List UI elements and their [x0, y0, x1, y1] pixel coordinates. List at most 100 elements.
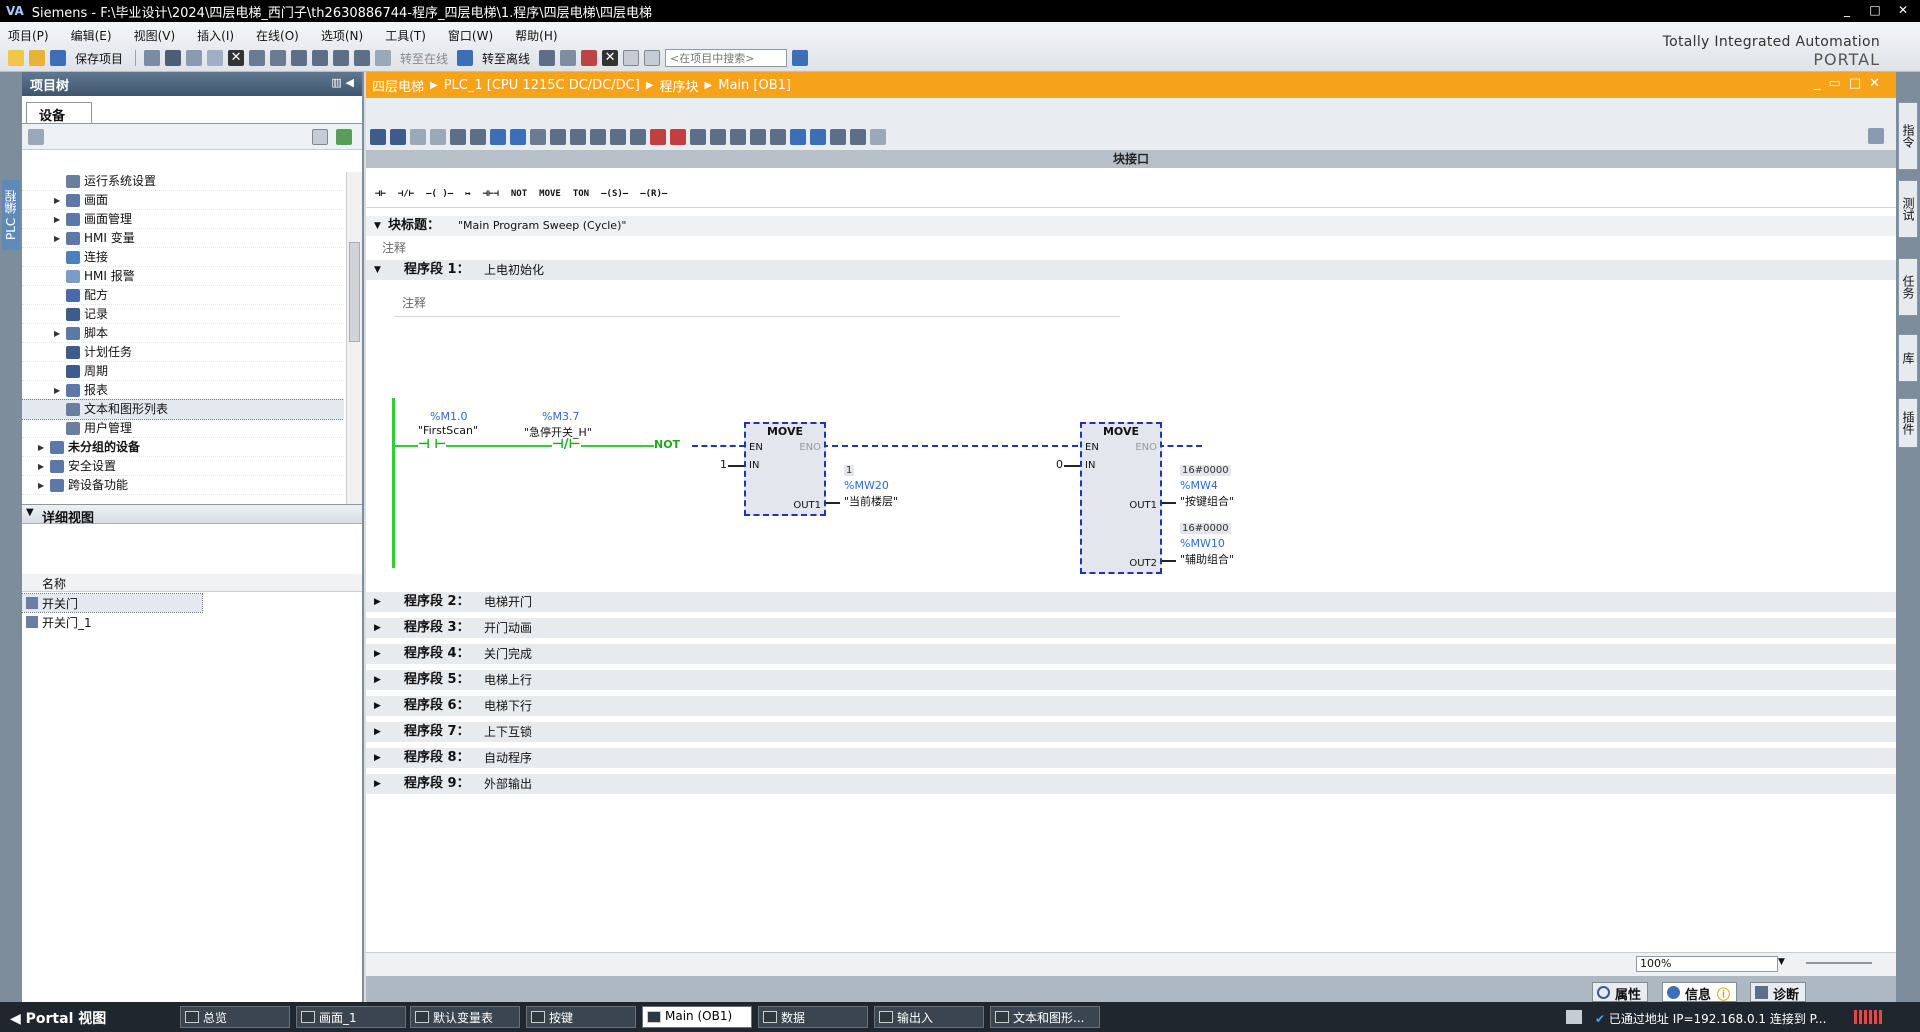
editor-tool-icon[interactable] [470, 129, 486, 145]
tree-item[interactable]: ▶ HMI 变量 [22, 229, 344, 248]
expand-arrow-icon[interactable]: ▶ [54, 210, 60, 229]
redo-icon[interactable] [270, 50, 287, 66]
open-branch-button[interactable]: ↦ [462, 187, 473, 201]
menu-tools[interactable]: 工具(T) [381, 26, 430, 45]
chevron-right-icon[interactable]: ▶ [374, 618, 381, 638]
editor-tool-icon[interactable] [710, 129, 726, 145]
go-online-button[interactable]: 转至在线 [400, 50, 448, 67]
chevron-right-icon[interactable]: ▶ [374, 722, 381, 742]
menu-window[interactable]: 窗口(W) [444, 26, 497, 45]
compare-button[interactable]: ⊣⊢⊣ [480, 187, 502, 201]
task-tab-tasks[interactable]: 任务 [1898, 258, 1918, 316]
network-header[interactable]: ▶ 程序段 4： 关门完成 [366, 644, 1896, 664]
set-coil-button[interactable]: –(S)– [598, 187, 631, 201]
editor-tool-icon[interactable] [530, 129, 546, 145]
chevron-right-icon[interactable]: ▶ [374, 748, 381, 768]
detail-row[interactable]: 开关门 [21, 593, 203, 613]
block-title-value[interactable]: "Main Program Sweep (Cycle)" [458, 216, 626, 236]
menu-project[interactable]: 项目(P) [4, 26, 53, 45]
tree-item[interactable]: 连接 [22, 248, 344, 267]
stop-cpu-icon[interactable] [581, 50, 598, 66]
editor-tool-icon[interactable] [550, 129, 566, 145]
editor-tool-icon[interactable] [870, 129, 886, 145]
editor-window-controls[interactable]: _▭□✕ [1814, 76, 1888, 91]
network-header[interactable]: ▶ 程序段 6： 电梯下行 [366, 696, 1896, 716]
chevron-right-icon[interactable]: ▶ [374, 696, 381, 716]
network-title[interactable]: 电梯下行 [484, 696, 532, 716]
paste-icon[interactable] [207, 50, 224, 66]
editor-tool-icon[interactable] [770, 129, 786, 145]
diagnostics-tab[interactable]: 诊断 [1750, 982, 1807, 1003]
taskbar-editor-tab[interactable]: 按键 [526, 1006, 636, 1028]
simulate-icon[interactable] [354, 50, 371, 66]
split-horizontal-icon[interactable] [623, 50, 640, 66]
chevron-right-icon[interactable]: ▶ [374, 644, 381, 664]
not-button[interactable]: NOT [508, 187, 530, 201]
menu-help[interactable]: 帮助(H) [511, 26, 561, 45]
tree-item[interactable]: ▶ 脚本 [22, 324, 344, 343]
editor-tool-icon[interactable] [810, 129, 826, 145]
editor-tool-icon[interactable] [430, 129, 446, 145]
detail-row[interactable]: 开关门_1 [22, 613, 202, 631]
editor-tool-icon[interactable] [690, 129, 706, 145]
no-contact-button[interactable]: ⊣⊢ [372, 187, 389, 201]
breadcrumb-program-blocks[interactable]: 程序块 [660, 76, 699, 95]
chevron-right-icon[interactable]: ▶ [374, 774, 381, 794]
move-2-in-value[interactable]: 0 [1056, 458, 1063, 471]
move-1-out-name[interactable]: "当前楼层" [844, 493, 898, 509]
project-search-input[interactable] [665, 49, 788, 67]
task-tab-libraries[interactable]: 库 [1898, 334, 1918, 382]
editor-tool-icon[interactable] [410, 129, 426, 145]
menu-view[interactable]: 视图(V) [130, 26, 180, 45]
tree-item[interactable]: 周期 [22, 362, 344, 381]
start-cpu-icon[interactable] [560, 50, 577, 66]
tree-item[interactable]: 文本和图形列表 [22, 399, 344, 420]
editor-tool-icon[interactable] [670, 129, 686, 145]
undo-icon[interactable] [249, 50, 266, 66]
network-header[interactable]: ▶ 程序段 8： 自动程序 [366, 748, 1896, 768]
task-tab-addins[interactable]: 插件 [1898, 398, 1918, 448]
network-title[interactable]: 自动程序 [484, 748, 532, 768]
block-interface-bar[interactable]: 块接口 [366, 150, 1896, 168]
copy-icon[interactable] [186, 50, 203, 66]
menu-insert[interactable]: 插入(I) [193, 26, 238, 45]
detail-name-column[interactable]: 名称 [22, 574, 362, 592]
tree-item[interactable]: ▶ 跨设备功能 [22, 476, 344, 495]
editor-tool-icon[interactable] [590, 129, 606, 145]
plc-programming-tab[interactable]: PLC 编程 [2, 180, 20, 250]
network-title[interactable]: 外部输出 [484, 774, 532, 794]
contact-1-name[interactable]: "FirstScan" [418, 424, 478, 437]
taskbar-editor-tab[interactable]: Main (OB1) [642, 1006, 752, 1028]
tree-item[interactable]: ▶ 安全设置 [22, 457, 344, 476]
save-icon[interactable] [50, 50, 66, 66]
editor-tool-icon[interactable] [610, 129, 626, 145]
editor-tool-icon[interactable] [490, 129, 506, 145]
expand-arrow-icon[interactable]: ▶ [38, 457, 44, 476]
reset-coil-button[interactable]: –(R)– [637, 187, 670, 201]
menu-online[interactable]: 在线(O) [252, 26, 303, 45]
editor-tool-icon[interactable] [570, 129, 586, 145]
editor-tool-icon[interactable] [510, 129, 526, 145]
tree-item[interactable]: HMI 报警 [22, 267, 344, 286]
menu-options[interactable]: 选项(N) [317, 26, 367, 45]
upload-icon[interactable] [333, 50, 350, 66]
block-title-row[interactable]: ▼ 块标题： "Main Program Sweep (Cycle)" [366, 216, 1896, 236]
chevron-down-icon[interactable]: ▼ [26, 507, 34, 518]
network-1-title[interactable]: 上电初始化 [484, 260, 544, 280]
overview-icon[interactable] [1566, 1010, 1582, 1024]
tree-item[interactable]: ▶ 未分组的设备 [22, 438, 344, 457]
tree-item[interactable]: 计划任务 [22, 343, 344, 362]
editor-tool-icon[interactable] [390, 129, 406, 145]
minimize-button[interactable]: _ [1834, 2, 1860, 19]
task-tab-testing[interactable]: 测试 [1898, 180, 1918, 238]
nc-contact-button[interactable]: ⊣/⊢ [395, 187, 417, 201]
tree-item[interactable]: ▶ 画面 [22, 191, 344, 210]
expand-arrow-icon[interactable]: ▶ [54, 229, 60, 248]
chevron-down-icon[interactable]: ▼ [374, 216, 381, 236]
breadcrumb-main[interactable]: Main [OB1] [718, 78, 791, 93]
expand-arrow-icon[interactable]: ▶ [54, 324, 60, 343]
network-header[interactable]: ▶ 程序段 7： 上下互锁 [366, 722, 1896, 742]
sync-icon[interactable] [336, 129, 352, 145]
table-view-icon[interactable] [312, 129, 328, 145]
detail-view-header[interactable]: ▼ 详细视图 [22, 504, 362, 526]
